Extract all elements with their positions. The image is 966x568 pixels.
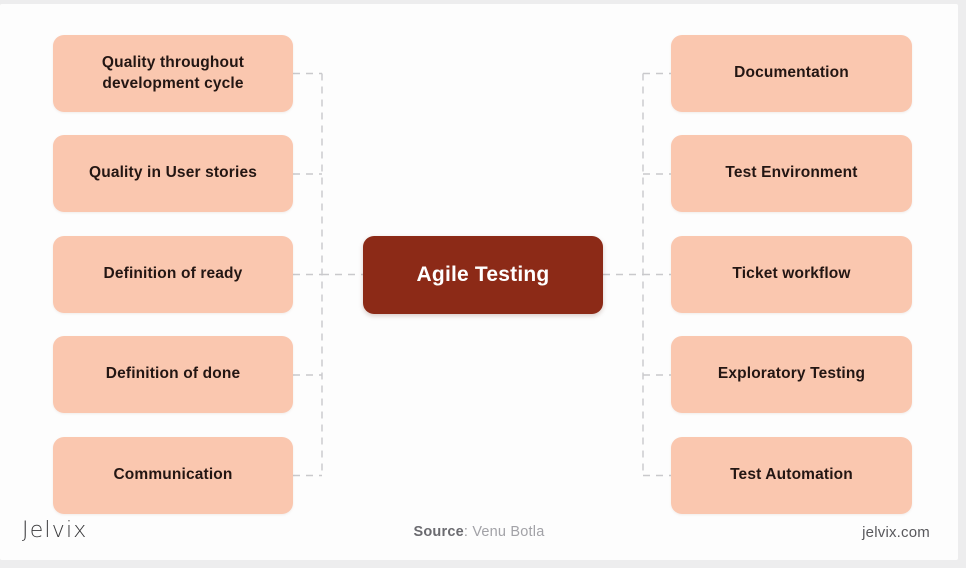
diagram-card: Quality throughout development cycle Qua… [0, 4, 958, 560]
right-branch-node-4[interactable]: Exploratory Testing [671, 336, 912, 413]
left-branch-node-5[interactable]: Communication [53, 437, 293, 514]
left-branch-label-2: Quality in User stories [89, 164, 257, 182]
left-branch-node-2[interactable]: Quality in User stories [53, 135, 293, 212]
center-node-label: Agile Testing [416, 263, 550, 287]
center-node-agile-testing[interactable]: Agile Testing [363, 236, 603, 314]
right-branch-node-2[interactable]: Test Environment [671, 135, 912, 212]
source-value: Venu Botla [472, 524, 545, 540]
left-branch-node-3[interactable]: Definition of ready [53, 236, 293, 313]
left-branch-label-5: Communication [113, 466, 233, 484]
footer: Jelvix Source: Venu Botla jelvix.com [0, 512, 958, 560]
right-branch-label-1: Documentation [734, 64, 849, 82]
left-branch-label-4: Definition of done [105, 365, 241, 383]
source-attribution: Source: Venu Botla [0, 524, 958, 540]
right-branch-label-4: Exploratory Testing [717, 365, 866, 383]
site-url: jelvix.com [862, 524, 930, 541]
left-branch-label-1: Quality throughout development cycle [101, 54, 245, 92]
left-branch-node-1[interactable]: Quality throughout development cycle [53, 35, 293, 112]
left-branch-node-4[interactable]: Definition of done [53, 336, 293, 413]
right-branch-label-2: Test Environment [725, 164, 858, 182]
right-branch-node-5[interactable]: Test Automation [671, 437, 912, 514]
source-label: Source [413, 524, 464, 540]
right-branch-node-3[interactable]: Ticket workflow [671, 236, 912, 313]
right-branch-node-1[interactable]: Documentation [671, 35, 912, 112]
right-branch-label-3: Ticket workflow [732, 265, 851, 283]
screenshot-stage: Quality throughout development cycle Qua… [0, 0, 966, 568]
left-branch-label-3: Definition of ready [103, 265, 243, 283]
right-branch-label-5: Test Automation [730, 466, 853, 484]
